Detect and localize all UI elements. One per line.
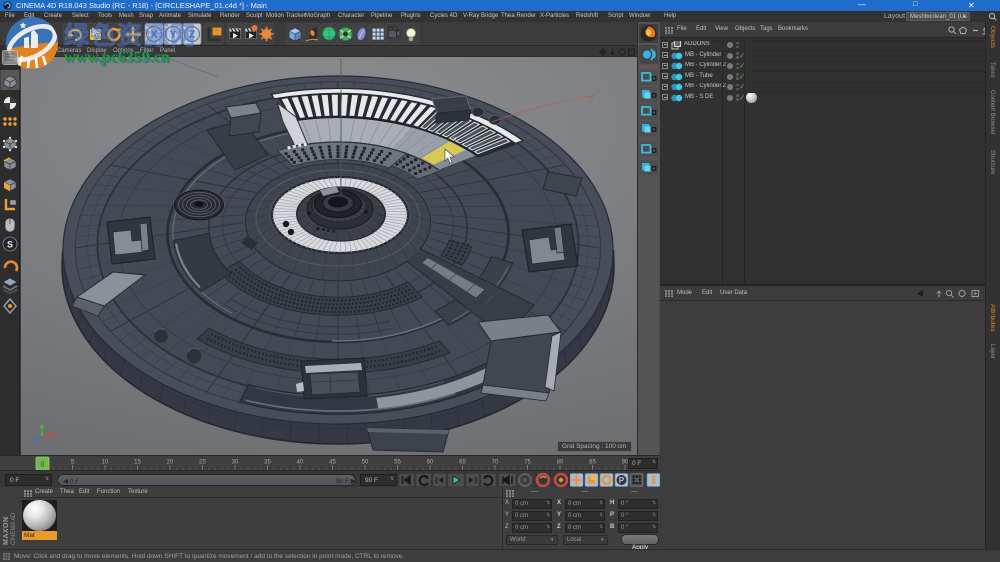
svg-text:50: 50 (362, 460, 369, 466)
svg-text:P: P (619, 476, 625, 485)
svg-text:x: x (453, 136, 457, 143)
svg-text:25: 25 (199, 460, 206, 466)
svg-text:80: 80 (557, 460, 564, 466)
svg-text:75: 75 (524, 460, 531, 466)
svg-text:35: 35 (264, 460, 271, 466)
svg-text:5: 5 (71, 460, 75, 466)
svg-text:65: 65 (459, 460, 466, 466)
svg-text:85: 85 (589, 460, 596, 466)
svg-text:15: 15 (134, 460, 141, 466)
svg-text:60: 60 (427, 460, 434, 466)
svg-text:70: 70 (492, 460, 499, 466)
svg-text:20: 20 (167, 460, 174, 466)
svg-text:45: 45 (329, 460, 336, 466)
svg-text:30: 30 (232, 460, 239, 466)
svg-text:55: 55 (394, 460, 401, 466)
svg-text:0: 0 (41, 462, 45, 469)
svg-text:10: 10 (102, 460, 109, 466)
svg-text:40: 40 (297, 460, 304, 466)
svg-text:S: S (7, 240, 13, 250)
